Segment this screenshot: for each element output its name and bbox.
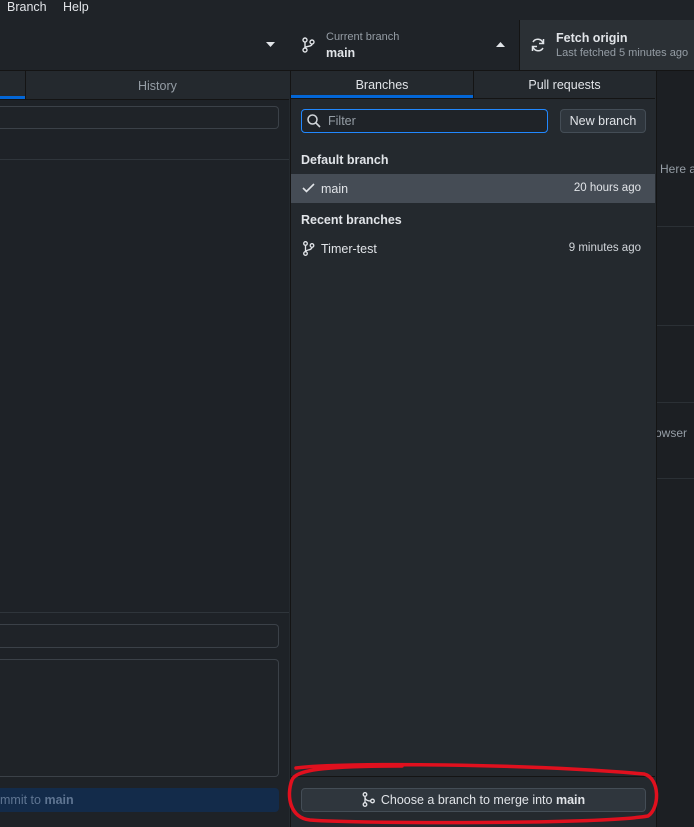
tab-history[interactable]: History [138, 79, 177, 93]
default-branch-header: Default branch [301, 153, 389, 167]
footer-divider [291, 776, 655, 777]
sync-icon [531, 38, 545, 52]
background-text: Here a [660, 162, 694, 176]
fetch-origin-button[interactable]: Fetch origin Last fetched 5 minutes ago [520, 20, 694, 70]
branch-icon [302, 37, 315, 53]
branch-item-main[interactable]: main 20 hours ago [291, 174, 655, 203]
merge-button-label: Choose a branch to merge into [380, 793, 556, 807]
commit-summary-input[interactable] [0, 624, 279, 648]
branch-filter-input[interactable] [301, 109, 548, 133]
menu-branch[interactable]: Branch [7, 0, 47, 20]
toolbar: Current branch main Fetch origin Last fe… [0, 20, 694, 71]
merge-into-branch-button[interactable]: Choose a branch to merge into main [301, 788, 646, 812]
merge-icon [362, 792, 375, 807]
last-fetched-text: Last fetched 5 minutes ago [556, 47, 689, 59]
current-branch-name: main [326, 46, 356, 60]
tab-pull-requests[interactable]: Pull requests [474, 71, 655, 98]
branch-name: main [321, 182, 349, 196]
popup-tab-bar: Branches Pull requests [291, 71, 655, 99]
merge-button-branch: main [555, 793, 586, 807]
commit-button-label: mmit to [0, 793, 45, 807]
current-branch-dropdown[interactable]: Current branch main [290, 20, 520, 70]
divider [655, 325, 694, 326]
commit-description-input[interactable] [0, 659, 279, 777]
branch-time: 9 minutes ago [568, 242, 641, 254]
divider [0, 159, 289, 160]
new-branch-button[interactable]: New branch [560, 109, 646, 133]
branch-icon [303, 241, 315, 256]
changes-filter-input[interactable] [0, 106, 279, 129]
branch-time: 20 hours ago [573, 182, 641, 194]
commit-button[interactable]: mmit to main [0, 788, 279, 812]
menu-bar: Branch Help [0, 0, 694, 20]
tab-branches[interactable]: Branches [291, 71, 473, 98]
commit-button-branch: main [44, 793, 74, 807]
caret-down-icon [266, 42, 275, 47]
search-icon [307, 114, 321, 128]
current-repository-dropdown[interactable] [0, 20, 291, 70]
branches-popup: Branches Pull requests New branch Defaul… [290, 71, 657, 827]
recent-branches-header: Recent branches [301, 213, 402, 227]
background-text: owser [655, 426, 688, 440]
check-icon [302, 183, 315, 193]
tab-branches-underline [291, 95, 473, 98]
main-content-pane: Here a owser [655, 71, 694, 827]
branch-item-timer-test[interactable]: Timer-test 9 minutes ago [291, 234, 655, 263]
divider [655, 478, 694, 479]
tab-changes-underline [0, 96, 25, 99]
divider [655, 226, 694, 227]
current-branch-caption: Current branch [326, 31, 400, 43]
caret-up-icon [496, 42, 505, 47]
left-tab-bar: History [0, 71, 289, 100]
divider [0, 612, 289, 613]
divider [655, 402, 694, 403]
tab-changes[interactable] [0, 71, 26, 99]
branch-name: Timer-test [321, 242, 377, 256]
left-pane: History mmit to main [0, 71, 289, 827]
menu-help[interactable]: Help [63, 0, 89, 20]
fetch-origin-title: Fetch origin [556, 31, 628, 45]
